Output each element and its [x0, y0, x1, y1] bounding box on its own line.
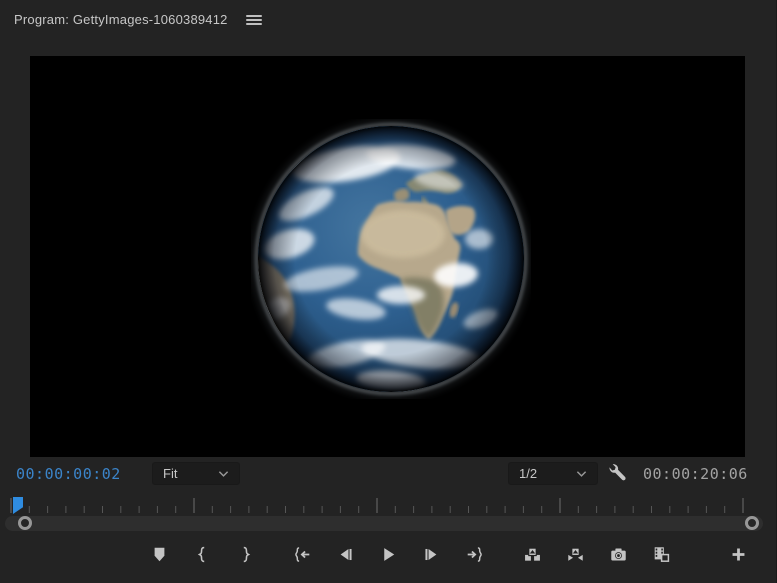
zoom-level-value: Fit: [163, 466, 218, 481]
comparison-view-button[interactable]: [646, 539, 676, 569]
mark-in-button[interactable]: [187, 539, 217, 569]
hamburger-menu-icon[interactable]: [246, 13, 262, 27]
camera-icon: [610, 546, 627, 563]
play-icon: [380, 546, 397, 563]
mark-out-icon: [237, 546, 254, 563]
playhead-timecode[interactable]: 00:00:00:02: [16, 465, 121, 483]
chevron-down-icon: [576, 470, 587, 478]
video-preview-area: [30, 56, 745, 457]
export-frame-button[interactable]: [603, 539, 633, 569]
mark-in-icon: [194, 546, 211, 563]
go-to-in-icon: [294, 546, 311, 563]
lift-icon: [524, 546, 541, 563]
step-back-button[interactable]: [330, 539, 360, 569]
extract-button[interactable]: [560, 539, 590, 569]
comparison-view-icon: [653, 546, 670, 563]
lift-button[interactable]: [517, 539, 547, 569]
go-to-out-button[interactable]: [459, 539, 489, 569]
timeline-ruler[interactable]: [0, 496, 777, 514]
panel-title: Program: GettyImages-1060389412: [14, 12, 228, 27]
settings-button[interactable]: [605, 461, 631, 487]
earth-globe-frame: [251, 119, 531, 399]
duration-timecode: 00:00:20:06: [643, 465, 748, 483]
plus-icon: [730, 546, 747, 563]
go-to-in-button[interactable]: [287, 539, 317, 569]
program-monitor-panel: Program: GettyImages-1060389412: [0, 0, 777, 583]
step-forward-button[interactable]: [416, 539, 446, 569]
step-forward-icon: [423, 546, 440, 563]
chevron-down-icon: [218, 470, 229, 478]
add-marker-button[interactable]: [144, 539, 174, 569]
wrench-icon: [608, 463, 628, 483]
playback-resolution-value: 1/2: [519, 466, 576, 481]
extract-icon: [567, 546, 584, 563]
zoom-level-select[interactable]: Fit: [152, 462, 240, 485]
playback-resolution-select[interactable]: 1/2: [508, 462, 598, 485]
zoom-scrollbar[interactable]: [5, 516, 763, 531]
left-zoom-handle[interactable]: [18, 516, 32, 530]
go-to-out-icon: [466, 546, 483, 563]
transport-controls: [144, 538, 753, 570]
mark-out-button[interactable]: [230, 539, 260, 569]
marker-icon: [151, 546, 168, 563]
step-back-icon: [337, 546, 354, 563]
play-button[interactable]: [373, 539, 403, 569]
button-editor-button[interactable]: [723, 539, 753, 569]
right-zoom-handle[interactable]: [745, 516, 759, 530]
panel-header: Program: GettyImages-1060389412: [0, 0, 776, 40]
